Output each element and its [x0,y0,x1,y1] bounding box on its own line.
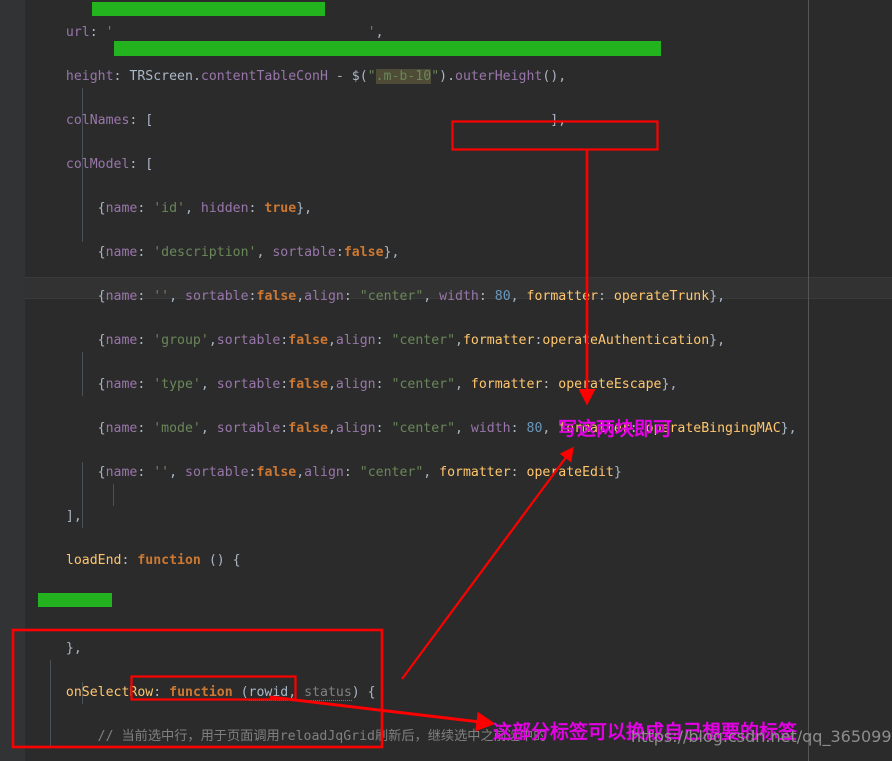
redaction-bar-colnames [114,41,661,56]
code-line[interactable]: {name: '', sortable:false,align: "center… [50,462,892,484]
editor-line-number-gutter [0,0,26,761]
code-line[interactable]: height: TRScreen.contentTableConH - $(".… [50,66,892,88]
annotation-note-1: 写这两块即可 [558,418,673,440]
code-text-area[interactable]: url: ' ', height: TRScreen.contentTableC… [50,0,892,761]
redaction-bar-url [92,2,325,16]
code-line[interactable]: {name: 'mode', sortable:false,align: "ce… [50,418,892,440]
code-line[interactable]: {name: 'description', sortable:false}, [50,242,892,264]
code-line[interactable]: {name: '', sortable:false,align: "center… [50,286,892,308]
code-line[interactable]: ], [50,506,892,528]
code-line[interactable]: loadEnd: function () { [50,550,892,572]
code-line[interactable]: colModel: [ [50,154,892,176]
code-line[interactable]: {name: 'type', sortable:false,align: "ce… [50,374,892,396]
redaction-bar-docblock [38,593,112,607]
watermark-url: https://blog.csdn.net/qq_36509946 [631,727,892,746]
code-line[interactable]: {name: 'id', hidden: true}, [50,198,892,220]
code-line[interactable]: onSelectRow: function (rowid, status) { [50,682,892,704]
code-line[interactable]: {name: 'group',sortable:false,align: "ce… [50,330,892,352]
code-line[interactable]: }, [50,638,892,660]
code-editor[interactable]: url: ' ', height: TRScreen.contentTableC… [0,0,892,761]
code-line[interactable] [50,594,892,616]
code-line[interactable]: colNames: [ ], [50,110,892,132]
